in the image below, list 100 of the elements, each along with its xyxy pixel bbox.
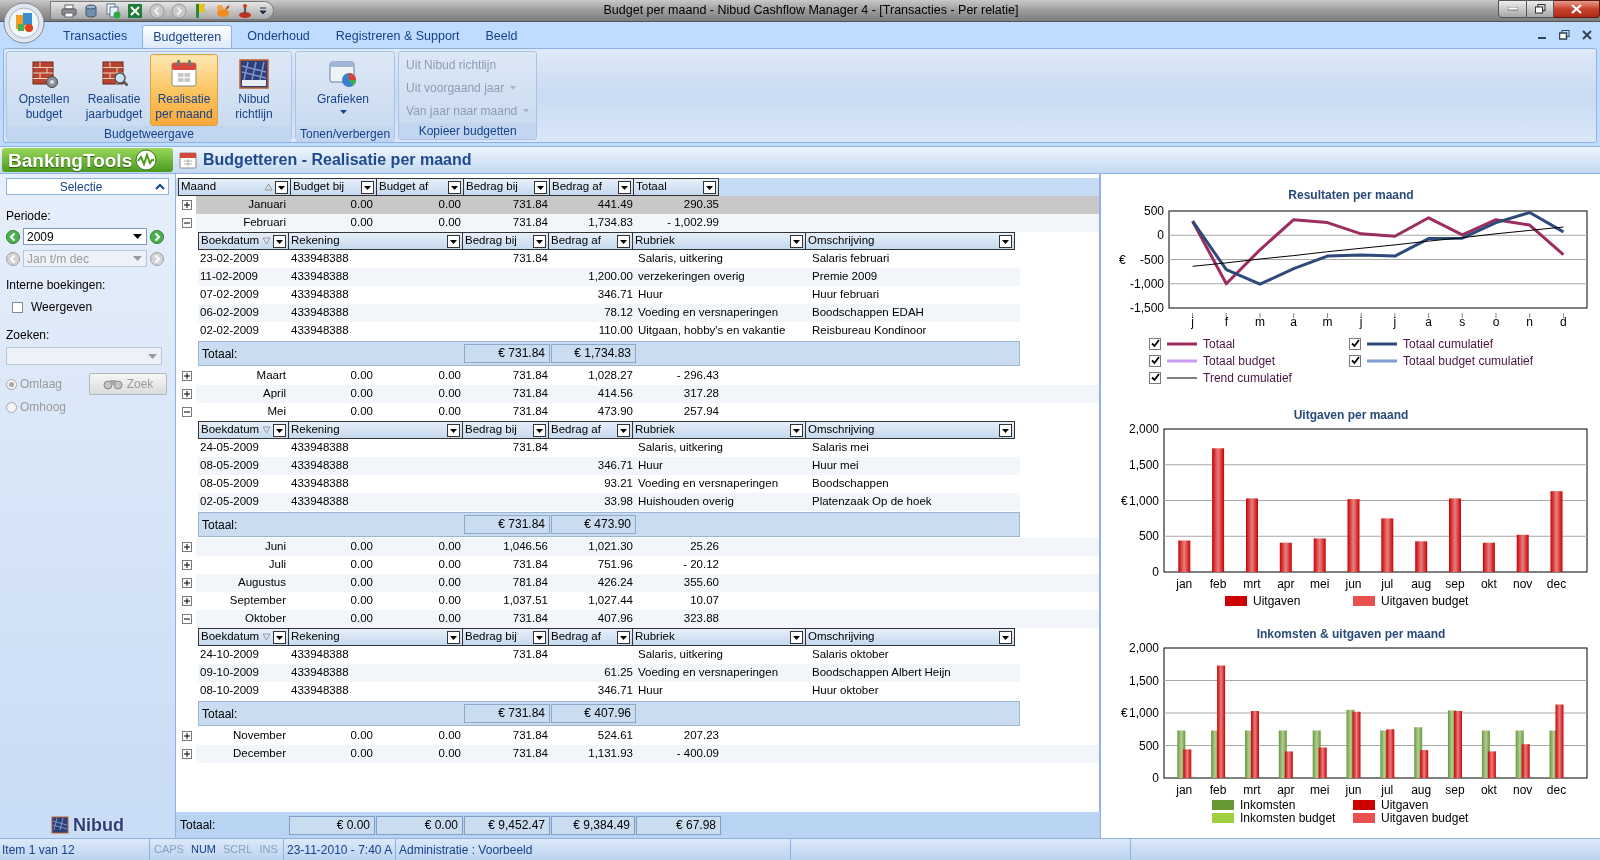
spreadsheet-icon[interactable]: [127, 2, 143, 19]
dropdown-icon[interactable]: [617, 234, 630, 248]
dropdown-icon[interactable]: [275, 180, 288, 194]
dropdown-icon[interactable]: [273, 630, 286, 644]
ribbon-button[interactable]: Realisatie jaarbudget: [80, 54, 148, 126]
table-cell-text: 346.71: [596, 458, 634, 474]
dropdown-icon[interactable]: [617, 630, 630, 644]
ribbon-tab[interactable]: Budgetteren: [142, 25, 233, 48]
joystick-icon[interactable]: [237, 2, 253, 19]
dropdown-icon[interactable]: [790, 234, 803, 248]
dropdown-icon[interactable]: [617, 423, 630, 437]
column-header[interactable]: Bedrag af: [548, 628, 633, 646]
column-header[interactable]: Bedrag af: [548, 421, 633, 439]
dropdown-icon[interactable]: [448, 180, 461, 194]
dropdown-icon[interactable]: [533, 630, 546, 644]
table-cell-text: 07-02-2009: [199, 287, 260, 303]
column-header[interactable]: Totaal: [633, 178, 719, 196]
dropdown-icon[interactable]: [533, 423, 546, 437]
column-header[interactable]: Rubriek: [632, 421, 806, 439]
ribbon-button[interactable]: Opstellen budget: [10, 54, 78, 126]
section-toggle[interactable]: Selectie: [6, 178, 169, 195]
dropdown-icon[interactable]: [999, 423, 1012, 437]
next-icon[interactable]: [150, 229, 164, 244]
expander-button[interactable]: [182, 596, 192, 606]
column-header[interactable]: Bedrag bij: [463, 178, 550, 196]
ribbon-tab[interactable]: Onderhoud: [236, 25, 321, 48]
dropdown-icon[interactable]: [273, 423, 286, 437]
expander-button[interactable]: [182, 200, 192, 210]
dropdown-icon[interactable]: [533, 234, 546, 248]
table-cell-text: 0.00: [349, 197, 374, 213]
table-cell-text: 02-02-2009: [199, 323, 260, 339]
plus-icon: [184, 391, 190, 397]
close-icon[interactable]: [1582, 30, 1592, 40]
customize-caret-icon[interactable]: [259, 5, 267, 16]
table-cell-text: Huur: [637, 683, 664, 699]
column-header[interactable]: Boekdatum: [198, 628, 289, 646]
expander-button[interactable]: [182, 578, 192, 588]
column-header[interactable]: Bedrag bij: [462, 628, 549, 646]
radio-button[interactable]: [6, 401, 17, 413]
legend-checkbox[interactable]: [1149, 354, 1161, 367]
restore-button[interactable]: [1527, 0, 1554, 18]
column-header[interactable]: Rekening: [288, 628, 463, 646]
legend-checkbox[interactable]: [1149, 371, 1161, 384]
previous-icon[interactable]: [6, 229, 20, 244]
column-header[interactable]: Omschrijving: [805, 628, 1015, 646]
dropdown-icon[interactable]: [790, 630, 803, 644]
dropdown-icon[interactable]: [273, 234, 286, 248]
column-header[interactable]: Rekening: [288, 421, 463, 439]
column-header[interactable]: Omschrijving: [805, 421, 1015, 439]
table-cell-text: 473.90: [596, 404, 634, 420]
expander-button[interactable]: [182, 560, 192, 570]
dropdown-icon[interactable]: [618, 180, 631, 194]
dropdown-icon[interactable]: [447, 234, 460, 248]
ribbon-tab[interactable]: Transacties: [52, 25, 139, 48]
column-header[interactable]: Bedrag bij: [462, 421, 549, 439]
expander-button[interactable]: [182, 371, 192, 381]
minimize-button[interactable]: [1498, 0, 1527, 18]
column-header[interactable]: Omschrijving: [805, 232, 1015, 250]
column-header[interactable]: Bedrag bij: [462, 232, 549, 250]
dropdown-icon[interactable]: [447, 423, 460, 437]
ribbon-tab[interactable]: Registreren & Support: [324, 25, 471, 48]
column-header[interactable]: Budget af: [376, 178, 464, 196]
table-cell-text: Maart: [255, 368, 287, 384]
printer-icon[interactable]: [61, 2, 77, 19]
expander-button[interactable]: [182, 749, 192, 759]
dropdown-icon[interactable]: [999, 234, 1012, 248]
legend-checkbox[interactable]: [1149, 337, 1161, 350]
column-header[interactable]: Bedrag af: [549, 178, 634, 196]
restore-icon[interactable]: [1559, 30, 1570, 40]
ribbon-tab[interactable]: Beeld: [474, 25, 529, 48]
dropdown-icon[interactable]: [703, 180, 716, 194]
table-cell-text: 433948388: [290, 323, 350, 339]
column-header[interactable]: Maand: [178, 178, 291, 196]
column-header[interactable]: Budget bij: [290, 178, 377, 196]
expander-button[interactable]: [182, 731, 192, 741]
ribbon-button[interactable]: Realisatie per maand: [150, 54, 218, 126]
dropdown-icon[interactable]: [447, 630, 460, 644]
database-icon[interactable]: [83, 2, 99, 19]
documents-icon[interactable]: [105, 2, 121, 19]
dropdown-icon[interactable]: [999, 630, 1012, 644]
ribbon-button[interactable]: Nibud richtlijn: [220, 54, 288, 126]
dropdown-icon[interactable]: [534, 180, 547, 194]
ribbon-button[interactable]: Grafieken: [299, 54, 387, 126]
table-cell-text: Salaris oktober: [811, 647, 890, 663]
checkbox[interactable]: [12, 301, 23, 313]
legend-checkbox[interactable]: [1349, 354, 1361, 367]
column-header[interactable]: Rubriek: [632, 232, 806, 250]
column-header[interactable]: Bedrag af: [548, 232, 633, 250]
expander-button[interactable]: [182, 542, 192, 552]
axis-tick-label: okt: [1480, 783, 1497, 797]
dropdown-icon[interactable]: [361, 180, 374, 194]
column-header[interactable]: Rubriek: [632, 628, 806, 646]
dropdown-icon[interactable]: [790, 423, 803, 437]
column-header[interactable]: Boekdatum: [198, 232, 289, 250]
close-button[interactable]: [1554, 0, 1600, 18]
column-header[interactable]: Rekening: [288, 232, 463, 250]
year-select[interactable]: 2009: [23, 228, 147, 245]
expander-button[interactable]: [182, 389, 192, 399]
legend-checkbox[interactable]: [1349, 337, 1361, 350]
column-header[interactable]: Boekdatum: [198, 421, 289, 439]
